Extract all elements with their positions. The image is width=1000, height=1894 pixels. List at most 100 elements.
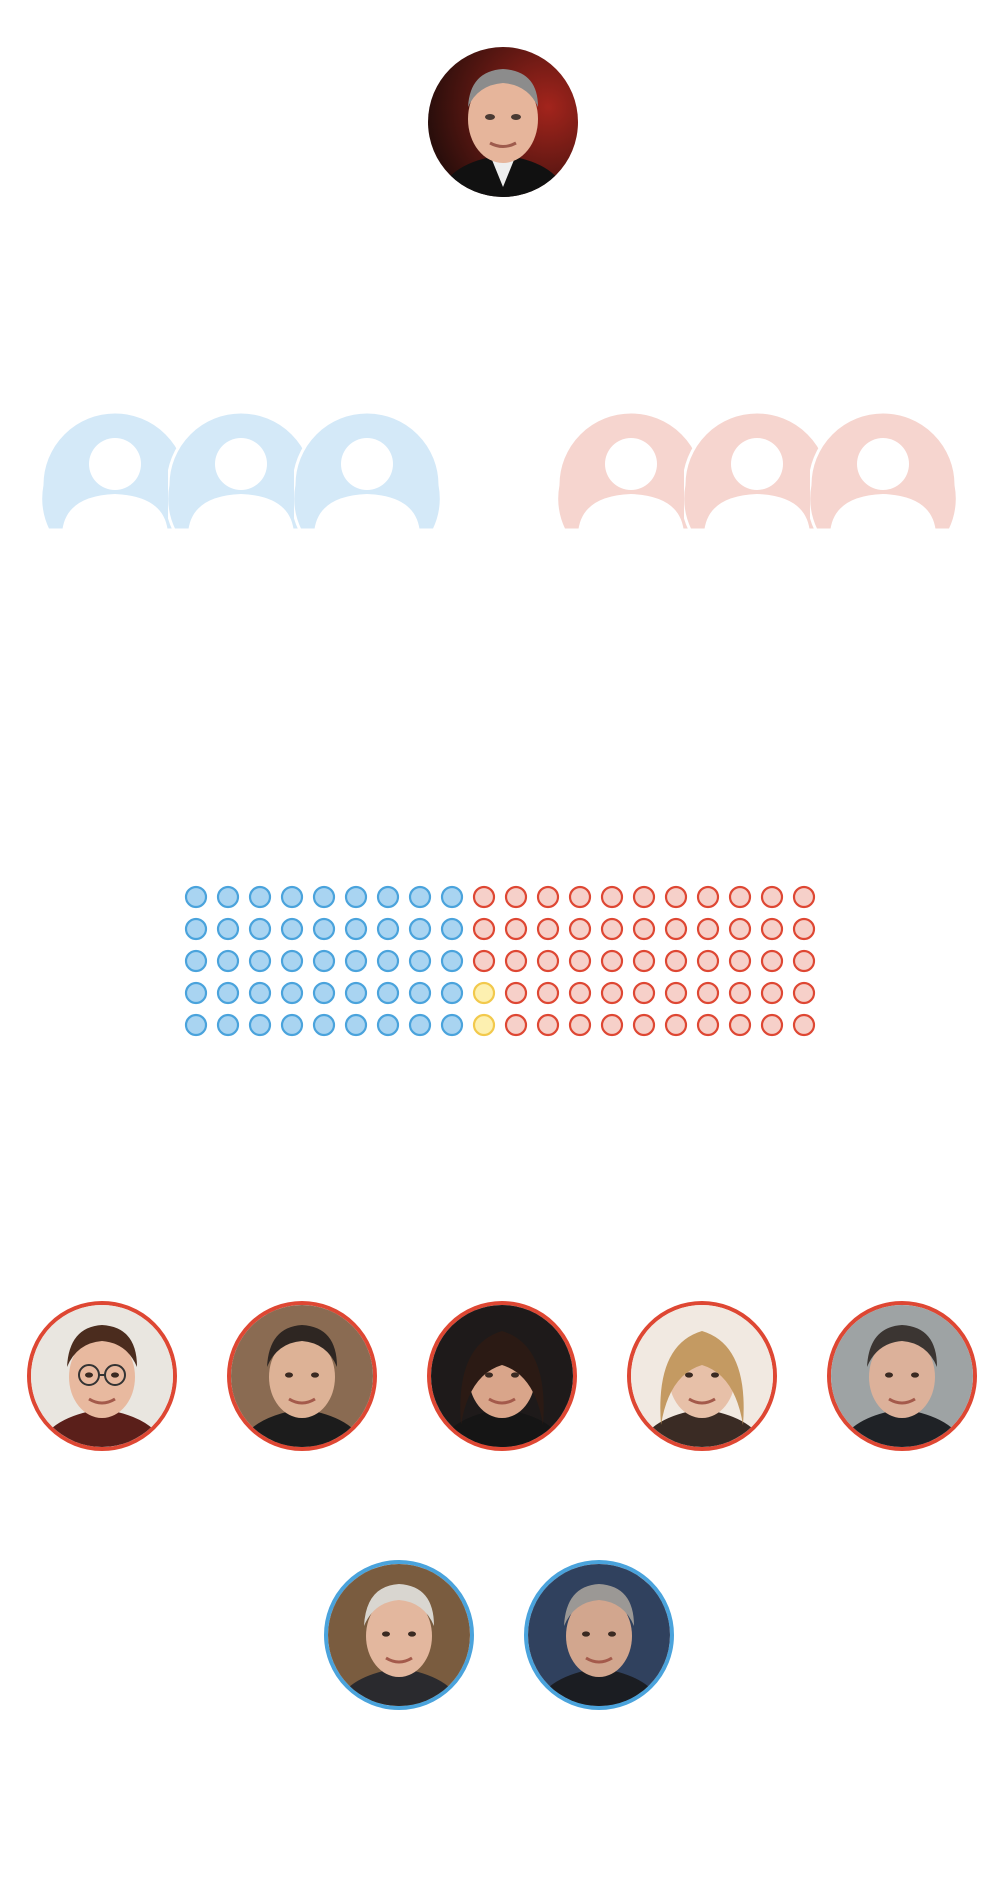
seat-dot-democrat [408, 885, 432, 909]
seat-dot-republican [600, 1013, 624, 1037]
seat-dot-democrat [312, 1013, 336, 1037]
seat-dot-republican [664, 981, 688, 1005]
seat-dot-democrat [440, 885, 464, 909]
seat-dot-democrat [280, 917, 304, 941]
seat-dot-republican [600, 949, 624, 973]
seat-dot-republican [632, 981, 656, 1005]
seat-dot-democrat [312, 885, 336, 909]
seat-dot-democrat [376, 885, 400, 909]
seat-dot-republican [664, 1013, 688, 1037]
seat-dot-democrat [280, 885, 304, 909]
seat-dot-democrat [184, 1013, 208, 1037]
seat-dot-democrat [280, 949, 304, 973]
seat-dot-republican [568, 949, 592, 973]
senator-portrait-woman-glasses [27, 1301, 177, 1451]
seat-dot-republican [632, 917, 656, 941]
seat-dot-democrat [184, 949, 208, 973]
seat-dot-republican [728, 1013, 752, 1037]
seat-dot-democrat [440, 949, 464, 973]
seat-dot-republican [600, 885, 624, 909]
seat-dot-democrat [248, 1013, 272, 1037]
senator-portrait-man-smiling [324, 1560, 474, 1710]
seat-dot-republican [664, 917, 688, 941]
seat-dot-republican [792, 981, 816, 1005]
seat-dot-democrat [344, 917, 368, 941]
seat-dot-republican [568, 981, 592, 1005]
seat-dot-republican [600, 981, 624, 1005]
senator-portrait-man-flag-background [524, 1560, 674, 1710]
seat-dot-democrat [248, 885, 272, 909]
seat-dot-republican [504, 885, 528, 909]
senator-portrait-man-gray-hair [827, 1301, 977, 1451]
seat-dot-democrat [344, 885, 368, 909]
seat-dot-democrat [440, 981, 464, 1005]
seat-dot-democrat [344, 981, 368, 1005]
seat-dot-democrat [408, 1013, 432, 1037]
seat-dot-republican [472, 949, 496, 973]
seat-dot-democrat [344, 1013, 368, 1037]
seat-dot-democrat [216, 981, 240, 1005]
seat-dot-republican [728, 949, 752, 973]
seat-dot-republican [504, 949, 528, 973]
seat-dot-republican [696, 885, 720, 909]
seat-dot-democrat [216, 1013, 240, 1037]
seat-dot-republican [728, 885, 752, 909]
seat-dot-democrat [216, 917, 240, 941]
seat-dot-republican [504, 981, 528, 1005]
seat-dot-democrat [280, 981, 304, 1005]
seat-dot-republican [760, 885, 784, 909]
seat-dot-republican [472, 917, 496, 941]
seat-dot-democrat [312, 917, 336, 941]
senator-portrait-man-dark-hair [227, 1301, 377, 1451]
seat-dot-republican [632, 1013, 656, 1037]
seat-dot-democrat [376, 1013, 400, 1037]
seat-dot-democrat [408, 917, 432, 941]
seat-dot-republican [696, 981, 720, 1005]
seat-dot-independent [472, 981, 496, 1005]
seat-dot-democrat [376, 917, 400, 941]
seat-dot-republican [664, 885, 688, 909]
seat-dot-democrat [280, 1013, 304, 1037]
senate-seat-chart [184, 885, 816, 1037]
seat-dot-republican [536, 917, 560, 941]
seat-dot-republican [536, 885, 560, 909]
seat-dot-republican [696, 917, 720, 941]
seat-dot-republican [504, 1013, 528, 1037]
seat-dot-republican [792, 1013, 816, 1037]
seat-dot-republican [760, 1013, 784, 1037]
seat-dot-republican [728, 917, 752, 941]
seat-dot-republican [792, 917, 816, 941]
seat-dot-republican [760, 981, 784, 1005]
seat-dot-democrat [440, 917, 464, 941]
seat-dot-democrat [248, 981, 272, 1005]
senator-portrait-woman-blonde [627, 1301, 777, 1451]
seat-dot-democrat [376, 949, 400, 973]
seat-dot-republican [568, 917, 592, 941]
seat-dot-republican [568, 1013, 592, 1037]
seat-dot-independent [472, 1013, 496, 1037]
seat-dot-republican [696, 1013, 720, 1037]
seat-dot-republican [696, 949, 720, 973]
senator-portrait-woman-dark-hair [427, 1301, 577, 1451]
seat-dot-democrat [440, 1013, 464, 1037]
seat-dot-democrat [248, 917, 272, 941]
seat-dot-democrat [344, 949, 368, 973]
seat-dot-republican [472, 885, 496, 909]
seat-dot-democrat [184, 917, 208, 941]
seat-dot-democrat [312, 949, 336, 973]
seat-dot-democrat [408, 949, 432, 973]
seat-dot-republican [792, 885, 816, 909]
seat-dot-republican [536, 981, 560, 1005]
seat-dot-republican [536, 949, 560, 973]
seat-dot-republican [536, 1013, 560, 1037]
seat-dot-democrat [184, 981, 208, 1005]
seat-dot-republican [504, 917, 528, 941]
seat-dot-democrat [216, 949, 240, 973]
seat-dot-democrat [312, 981, 336, 1005]
seat-dot-republican [632, 949, 656, 973]
seat-dot-republican [760, 917, 784, 941]
seat-dot-republican [600, 917, 624, 941]
seat-dot-democrat [184, 885, 208, 909]
seat-dot-democrat [408, 981, 432, 1005]
seat-dot-republican [792, 949, 816, 973]
